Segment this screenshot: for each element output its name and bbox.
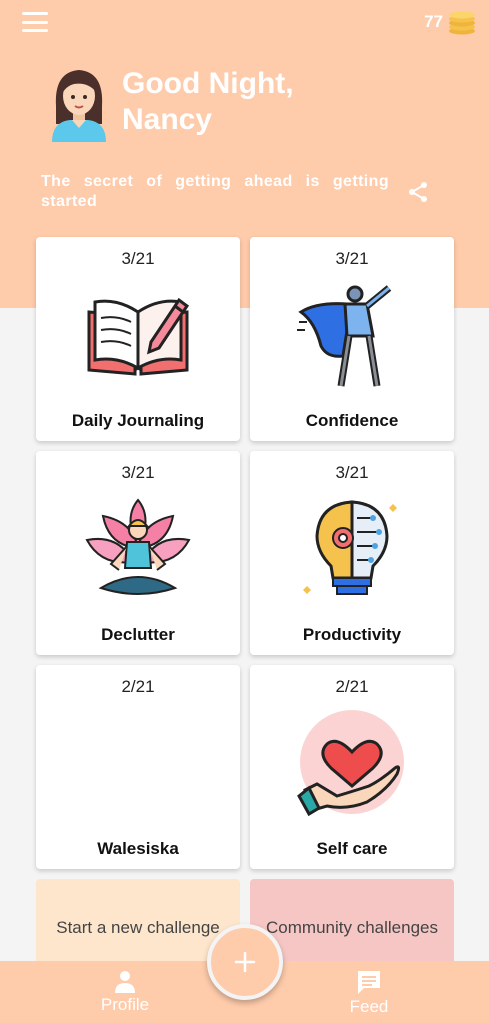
- challenge-progress: 3/21: [121, 463, 155, 482]
- challenge-progress: 3/21: [335, 463, 369, 482]
- avatar: [48, 66, 110, 142]
- nav-profile[interactable]: Profile: [75, 969, 175, 1015]
- coins-icon: [449, 11, 475, 35]
- chat-icon: [358, 971, 380, 994]
- challenge-card-walesiska[interactable]: 2/21 Walesiska: [36, 665, 240, 869]
- superhero-icon: [297, 282, 407, 392]
- nav-feed[interactable]: Feed: [319, 969, 419, 1017]
- share-icon[interactable]: [406, 180, 430, 204]
- coin-balance[interactable]: 77: [424, 8, 477, 36]
- challenge-progress: 3/21: [335, 249, 369, 268]
- coin-count: 77: [424, 12, 443, 31]
- lightbulb-brain-icon: [297, 496, 407, 606]
- challenge-card-self-care[interactable]: 2/21 Self care: [250, 665, 454, 869]
- add-button[interactable]: [207, 924, 283, 1000]
- challenge-card-daily-journaling[interactable]: 3/21 Daily Journaling: [36, 237, 240, 441]
- daily-quote: The secret of getting ahead is getting s…: [41, 173, 389, 210]
- meditation-lotus-icon: [83, 496, 193, 606]
- user-name: Nancy: [122, 103, 213, 136]
- journal-book-icon: [83, 282, 193, 392]
- challenge-title: Confidence: [305, 411, 399, 430]
- profile-icon: [115, 971, 135, 993]
- menu-icon[interactable]: [22, 12, 48, 32]
- challenge-title: Productivity: [302, 625, 402, 644]
- nav-profile-label: Profile: [100, 995, 150, 1014]
- greeting-line1: Good Night,: [122, 67, 294, 100]
- challenge-title: Declutter: [101, 625, 175, 644]
- challenge-title: Walesiska: [97, 839, 179, 858]
- challenge-title: Daily Journaling: [71, 411, 205, 430]
- challenge-title: Self care: [316, 839, 388, 858]
- nav-feed-label: Feed: [349, 997, 389, 1016]
- challenge-card-confidence[interactable]: 3/21 Confidence: [250, 237, 454, 441]
- challenge-progress: 3/21: [121, 249, 155, 268]
- plus-icon: [234, 951, 256, 973]
- heart-hand-icon: [297, 710, 407, 820]
- challenge-grid: 3/21 Daily Journaling 3/21 Confidence 3/…: [36, 237, 454, 869]
- challenge-progress: 2/21: [335, 677, 369, 696]
- challenge-card-productivity[interactable]: 3/21 Productivity: [250, 451, 454, 655]
- challenge-progress: 2/21: [121, 677, 155, 696]
- challenge-card-declutter[interactable]: 3/21 Declutter: [36, 451, 240, 655]
- greeting: Good Night, Nancy: [122, 66, 294, 138]
